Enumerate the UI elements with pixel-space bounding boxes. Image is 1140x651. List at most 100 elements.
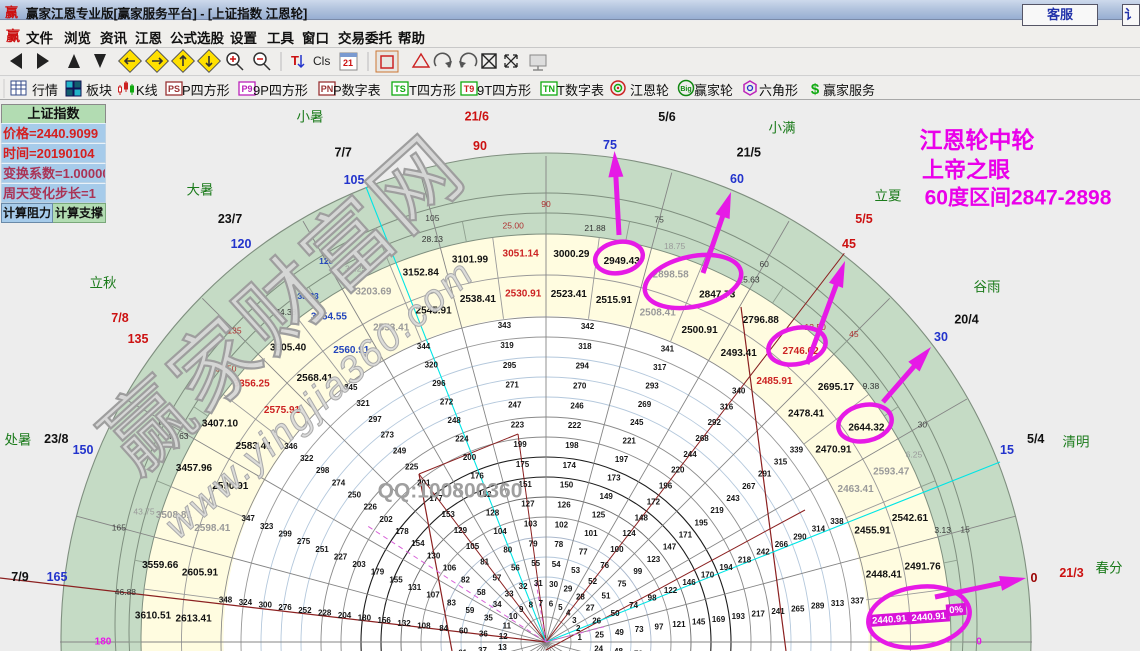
svg-text:169: 169 xyxy=(712,615,726,624)
svg-text:265: 265 xyxy=(791,604,805,613)
svg-text:228: 228 xyxy=(318,608,332,617)
svg-text:3559.66: 3559.66 xyxy=(142,560,179,571)
svg-text:2500.91: 2500.91 xyxy=(682,325,719,336)
svg-text:297: 297 xyxy=(368,415,382,424)
svg-text:217: 217 xyxy=(752,610,766,619)
svg-text:4: 4 xyxy=(566,609,571,618)
svg-text:11: 11 xyxy=(503,621,512,630)
svg-text:247: 247 xyxy=(508,401,522,410)
svg-text:21/3: 21/3 xyxy=(1059,566,1083,580)
svg-text:32: 32 xyxy=(519,582,528,591)
svg-text:130: 130 xyxy=(427,551,441,560)
svg-text:165: 165 xyxy=(47,570,68,584)
svg-text:127: 127 xyxy=(521,500,535,509)
svg-text:81: 81 xyxy=(480,558,489,567)
svg-text:179: 179 xyxy=(371,568,385,577)
svg-text:0: 0 xyxy=(1031,571,1038,585)
svg-text:49: 49 xyxy=(615,628,624,637)
svg-text:90: 90 xyxy=(541,199,551,209)
svg-text:273: 273 xyxy=(381,431,395,440)
svg-text:立秋: 立秋 xyxy=(90,276,117,291)
svg-text:78: 78 xyxy=(554,540,563,549)
svg-text:7/9: 7/9 xyxy=(11,570,28,584)
svg-text:99: 99 xyxy=(633,567,642,576)
svg-text:QQ:100800360: QQ:100800360 xyxy=(378,480,523,503)
svg-text:Cls: Cls xyxy=(313,54,330,68)
svg-text:171: 171 xyxy=(679,531,693,540)
svg-text:324: 324 xyxy=(239,598,253,607)
svg-text:316: 316 xyxy=(720,402,734,411)
svg-text:56: 56 xyxy=(511,564,520,573)
svg-text:268: 268 xyxy=(695,434,709,443)
svg-text:105: 105 xyxy=(466,542,480,551)
svg-text:T9: T9 xyxy=(464,84,475,94)
svg-text:5/4: 5/4 xyxy=(1027,432,1044,446)
svg-text:2: 2 xyxy=(576,624,581,633)
svg-text:204: 204 xyxy=(338,611,352,620)
svg-text:101: 101 xyxy=(584,529,598,538)
svg-text:24: 24 xyxy=(594,644,603,651)
svg-text:126: 126 xyxy=(557,501,571,510)
svg-text:178: 178 xyxy=(395,527,409,536)
svg-text:198: 198 xyxy=(565,441,579,450)
svg-text:165: 165 xyxy=(112,523,126,533)
svg-text:3.13: 3.13 xyxy=(934,525,951,535)
svg-text:244: 244 xyxy=(683,450,697,459)
svg-text:37: 37 xyxy=(478,646,487,651)
svg-text:2515.91: 2515.91 xyxy=(596,295,633,306)
svg-text:75: 75 xyxy=(617,579,626,588)
svg-text:5/6: 5/6 xyxy=(658,110,675,124)
svg-text:大暑: 大暑 xyxy=(187,183,214,198)
svg-text:154: 154 xyxy=(411,539,425,548)
svg-text:74: 74 xyxy=(629,601,638,610)
svg-text:谷雨: 谷雨 xyxy=(974,280,1001,295)
svg-text:PS: PS xyxy=(168,84,180,94)
svg-text:347: 347 xyxy=(242,514,256,523)
svg-text:269: 269 xyxy=(638,400,652,409)
svg-text:146: 146 xyxy=(682,578,696,587)
svg-text:321: 321 xyxy=(356,399,370,408)
svg-text:T: T xyxy=(291,53,299,68)
svg-text:276: 276 xyxy=(278,603,292,612)
svg-text:春分: 春分 xyxy=(1096,561,1123,576)
svg-text:0%: 0% xyxy=(949,604,964,616)
svg-text:225: 225 xyxy=(405,462,419,471)
svg-text:197: 197 xyxy=(615,455,629,464)
svg-text:江恩轮中轮: 江恩轮中轮 xyxy=(920,127,1035,153)
svg-text:6: 6 xyxy=(549,600,554,609)
svg-text:50: 50 xyxy=(611,609,620,618)
svg-text:2605.91: 2605.91 xyxy=(182,568,219,579)
svg-text:122: 122 xyxy=(664,586,678,595)
svg-text:251: 251 xyxy=(315,545,329,554)
svg-text:Big: Big xyxy=(680,86,691,93)
svg-text:21.88: 21.88 xyxy=(584,223,606,233)
svg-text:318: 318 xyxy=(578,342,592,351)
svg-text:55: 55 xyxy=(531,559,540,568)
svg-text:1: 1 xyxy=(577,633,582,642)
svg-text:60度区间2847-2898: 60度区间2847-2898 xyxy=(925,186,1112,210)
svg-text:147: 147 xyxy=(663,543,677,552)
svg-text:97: 97 xyxy=(655,623,664,632)
svg-text:5/5: 5/5 xyxy=(855,212,872,226)
svg-text:21/5: 21/5 xyxy=(737,145,761,159)
svg-text:271: 271 xyxy=(506,381,520,390)
svg-text:立夏: 立夏 xyxy=(875,189,903,204)
svg-text:243: 243 xyxy=(726,494,740,503)
svg-text:173: 173 xyxy=(607,474,621,483)
svg-text:2491.76: 2491.76 xyxy=(905,562,942,573)
svg-text:3000.29: 3000.29 xyxy=(553,249,590,260)
svg-text:80: 80 xyxy=(503,545,512,554)
svg-text:174: 174 xyxy=(563,461,577,470)
svg-text:6.25: 6.25 xyxy=(906,450,923,460)
svg-text:272: 272 xyxy=(440,397,454,406)
svg-text:2485.91: 2485.91 xyxy=(756,376,793,387)
svg-text:12: 12 xyxy=(499,632,508,641)
svg-text:153: 153 xyxy=(442,510,456,519)
svg-text:3610.51: 3610.51 xyxy=(135,611,172,622)
svg-text:195: 195 xyxy=(695,518,709,527)
svg-text:337: 337 xyxy=(851,597,865,606)
svg-text:104: 104 xyxy=(493,527,507,536)
svg-text:9: 9 xyxy=(519,605,524,614)
svg-text:2644.32: 2644.32 xyxy=(848,422,885,433)
svg-text:298: 298 xyxy=(316,466,330,475)
